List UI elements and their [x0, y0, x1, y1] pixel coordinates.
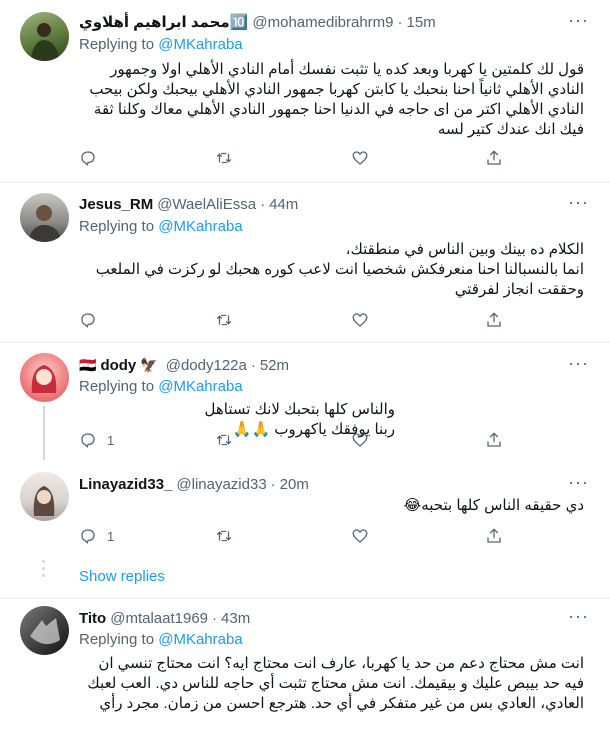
like-button[interactable] [351, 430, 369, 450]
separator-dot: · [212, 609, 218, 627]
timestamp[interactable]: 52m [260, 357, 289, 374]
separator-dot: · [270, 475, 276, 493]
more-icon[interactable]: ··· [568, 11, 588, 34]
tweet-header: Linayazid33_ @linayazid33 · 20m [79, 474, 309, 494]
reply-button[interactable] [79, 148, 107, 168]
mention-link[interactable]: @MKahraba [158, 631, 242, 648]
retweet-icon [216, 530, 232, 542]
avatar[interactable] [20, 193, 69, 242]
tweet-text: قول لك كلمتين يا كهربا وبعد كده يا تثبت … [89, 61, 584, 138]
retweet-icon [216, 434, 232, 446]
avatar[interactable] [20, 353, 69, 402]
avatar[interactable] [20, 472, 69, 521]
retweet-button[interactable] [215, 430, 233, 450]
retweet-icon [216, 314, 232, 326]
avatar[interactable] [20, 606, 69, 655]
separator-dot: · [250, 356, 256, 374]
replying-to: Replying to @MKahraba [79, 218, 243, 235]
reply-button[interactable] [79, 310, 107, 330]
like-icon [352, 151, 368, 165]
replying-prefix: Replying to [79, 631, 159, 648]
retweet-button[interactable] [215, 148, 233, 168]
like-button[interactable] [351, 526, 369, 546]
mention-link[interactable]: @MKahraba [158, 36, 242, 53]
flag-icon: 🇪🇬 [79, 356, 97, 373]
replying-to: Replying to @MKahraba [79, 631, 243, 648]
show-replies-link[interactable]: Show replies [79, 568, 165, 585]
user-handle[interactable]: @dody122a [166, 357, 247, 374]
reply-icon [81, 529, 95, 544]
share-icon [487, 432, 501, 447]
tweet-text: الكلام ده بينك وبين الناس في منطقتك، انم… [95, 241, 584, 298]
eagle-icon: 🦅 [140, 356, 158, 373]
share-icon [487, 528, 501, 543]
separator-dot: · [260, 195, 266, 213]
share-icon [487, 150, 501, 165]
user-handle[interactable]: @mtalaat1969 [110, 610, 208, 627]
more-icon[interactable]: ··· [568, 354, 588, 377]
tweet-header: Tito @mtalaat1969 · 43m [79, 608, 250, 628]
retweet-button[interactable] [215, 526, 233, 546]
more-icon[interactable]: ··· [568, 473, 588, 496]
tweet-header: محمد ابراهيم أهلاوي🔟 @mohamedibrahrm9 · … [79, 12, 436, 32]
like-icon [352, 529, 368, 543]
retweet-icon [216, 152, 232, 164]
display-name[interactable]: محمد ابراهيم أهلاوي🔟 [79, 13, 248, 31]
timestamp[interactable]: 15m [407, 14, 436, 31]
separator-dot: · [397, 13, 403, 31]
like-icon [352, 313, 368, 327]
thread-dots [42, 560, 45, 581]
share-icon [487, 312, 501, 327]
display-name[interactable]: dody [100, 357, 136, 374]
tweet-actions: 1 [79, 430, 509, 450]
like-button[interactable] [351, 310, 369, 330]
reply-icon [81, 151, 95, 166]
share-button[interactable] [485, 430, 503, 450]
share-button[interactable] [485, 526, 503, 546]
tweet-header: Jesus_RM @WaelAliEssa · 44m [79, 194, 298, 214]
share-button[interactable] [485, 310, 503, 330]
display-name[interactable]: Tito [79, 610, 106, 627]
reply-icon [81, 433, 95, 448]
mention-link[interactable]: @MKahraba [158, 378, 242, 395]
tweet-actions [79, 148, 509, 168]
more-icon[interactable]: ··· [568, 607, 588, 630]
tweet-header: 🇪🇬 dody 🦅 @dody122a · 52m [79, 355, 289, 375]
timestamp[interactable]: 43m [221, 610, 250, 627]
share-button[interactable] [485, 148, 503, 168]
user-handle[interactable]: @linayazid33 [176, 476, 266, 493]
like-button[interactable] [351, 148, 369, 168]
tweet-actions: 1 [79, 526, 509, 546]
retweet-button[interactable] [215, 310, 233, 330]
replying-prefix: Replying to [79, 218, 159, 235]
replying-prefix: Replying to [79, 378, 159, 395]
like-icon [352, 433, 368, 447]
tweet-actions [79, 310, 509, 330]
user-handle[interactable]: @WaelAliEssa [157, 196, 256, 213]
reply-button[interactable]: 1 [79, 526, 114, 546]
reply-count: 1 [107, 528, 115, 544]
tweet-text: دي حقيقه الناس كلها بتحبه😂 [403, 497, 584, 514]
reply-button[interactable]: 1 [79, 430, 114, 450]
display-name[interactable]: Linayazid33_ [79, 476, 172, 493]
avatar[interactable] [20, 12, 69, 61]
more-icon[interactable]: ··· [568, 193, 588, 216]
divider [0, 342, 610, 343]
reply-count: 1 [107, 432, 115, 448]
user-handle[interactable]: @mohamedibrahrm9 [252, 14, 393, 31]
divider [0, 598, 610, 599]
display-name[interactable]: Jesus_RM [79, 196, 153, 213]
thread-line [43, 406, 45, 460]
reply-icon [81, 313, 95, 328]
tweet-text: انت مش محتاج دعم من حد يا كهربا، عارف ان… [87, 655, 584, 712]
timestamp[interactable]: 20m [280, 476, 309, 493]
divider [0, 182, 610, 183]
replying-to: Replying to @MKahraba [79, 36, 243, 53]
timestamp[interactable]: 44m [269, 196, 298, 213]
replying-to: Replying to @MKahraba [79, 378, 243, 395]
mention-link[interactable]: @MKahraba [158, 218, 242, 235]
replying-prefix: Replying to [79, 36, 159, 53]
